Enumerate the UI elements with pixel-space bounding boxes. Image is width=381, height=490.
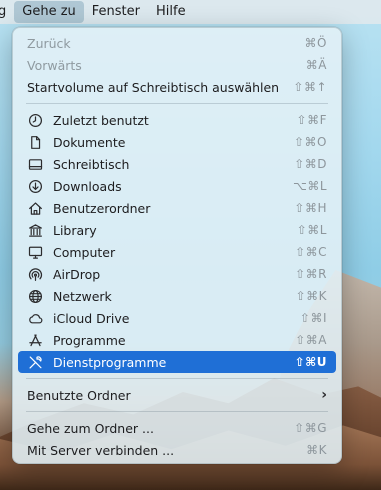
menu-item-shortcut: ⇧⌘D: [294, 157, 327, 171]
applications-icon: [27, 332, 43, 348]
menu-separator: [26, 411, 328, 412]
menu-item-shortcut: ⌘Ö: [304, 36, 327, 50]
menu-item-shortcut: ⇧⌘C: [295, 245, 327, 259]
menu-item-label: Dienstprogramme: [53, 354, 167, 370]
library-icon: [27, 222, 43, 238]
menu-item-shortcut: ⇧⌘A: [295, 333, 327, 347]
globe-icon: [27, 288, 43, 304]
menubar-item-fenster[interactable]: Fenster: [84, 1, 148, 23]
menu-item-label: Zurück: [27, 35, 71, 51]
menu-item-label: Benutzerordner: [53, 200, 151, 216]
menu-item-utilities[interactable]: Dienstprogramme ⇧⌘U: [18, 351, 336, 373]
menu-item-shortcut: ⇧⌘F: [296, 113, 327, 127]
menu-item-startup-volume[interactable]: Startvolume auf Schreibtisch auswählen ⇧…: [18, 76, 336, 98]
menu-separator: [26, 378, 328, 379]
menu-item-shortcut: ⇧⌘G: [294, 421, 327, 435]
menu-item-shortcut: ⇧⌘U: [294, 355, 327, 369]
menu-item-label: Gehe zum Ordner ...: [27, 420, 154, 436]
download-icon: [27, 178, 43, 194]
menu-item-label: Zuletzt benutzt: [53, 112, 149, 128]
menu-item-label: Library: [53, 222, 97, 238]
menu-item-shortcut: ⌘Ä: [305, 58, 327, 72]
cloud-icon: [27, 310, 43, 326]
menu-item-shortcut: ⇧⌘↑: [293, 80, 327, 94]
menubar-item-hilfe[interactable]: Hilfe: [148, 1, 194, 23]
menu-item-go-to-folder[interactable]: Gehe zum Ordner ... ⇧⌘G: [18, 417, 336, 439]
clock-icon: [27, 112, 43, 128]
menu-bar: g Gehe zu Fenster Hilfe: [0, 0, 381, 24]
menu-item-forward[interactable]: Vorwärts ⌘Ä: [18, 54, 336, 76]
menu-item-recents[interactable]: Zuletzt benutzt ⇧⌘F: [18, 109, 336, 131]
menu-item-shortcut: ⇧⌘R: [295, 267, 327, 281]
home-icon: [27, 200, 43, 216]
menu-item-label: Netzwerk: [53, 288, 112, 304]
menu-item-shortcut: ⇧⌘I: [299, 311, 327, 325]
menu-item-connect-to-server[interactable]: Mit Server verbinden ... ⌘K: [18, 439, 336, 461]
menu-item-label: Benutzte Ordner: [27, 387, 131, 403]
menu-item-computer[interactable]: Computer ⇧⌘C: [18, 241, 336, 263]
menu-item-downloads[interactable]: Downloads ⌥⌘L: [18, 175, 336, 197]
menu-item-shortcut: ⌘K: [306, 443, 327, 457]
desktop-icon: [27, 156, 43, 172]
menu-item-label: Startvolume auf Schreibtisch auswählen: [27, 79, 280, 95]
menu-item-label: AirDrop: [53, 266, 101, 282]
airdrop-icon: [27, 266, 43, 282]
menu-item-label: iCloud Drive: [53, 310, 130, 326]
menu-item-shortcut: ⌥⌘L: [292, 179, 327, 193]
menu-item-label: Vorwärts: [27, 57, 82, 73]
utilities-icon: [27, 354, 43, 370]
menu-item-shortcut: ⇧⌘O: [294, 135, 327, 149]
menu-item-network[interactable]: Netzwerk ⇧⌘K: [18, 285, 336, 307]
menu-item-shortcut: ⇧⌘K: [295, 289, 327, 303]
menu-item-applications[interactable]: Programme ⇧⌘A: [18, 329, 336, 351]
menu-item-shortcut: ⇧⌘H: [294, 201, 327, 215]
menu-item-shortcut: ⇧⌘L: [296, 223, 327, 237]
menu-item-label: Schreibtisch: [53, 156, 130, 172]
menu-item-recent-folders[interactable]: Benutzte Ordner ›: [18, 384, 336, 406]
menu-item-airdrop[interactable]: AirDrop ⇧⌘R: [18, 263, 336, 285]
menu-item-label: Computer: [53, 244, 116, 260]
menu-item-icloud-drive[interactable]: iCloud Drive ⇧⌘I: [18, 307, 336, 329]
computer-icon: [27, 244, 43, 260]
menu-item-documents[interactable]: Dokumente ⇧⌘O: [18, 131, 336, 153]
menu-item-library[interactable]: Library ⇧⌘L: [18, 219, 336, 241]
menu-separator: [26, 103, 328, 104]
menu-item-label: Programme: [53, 332, 126, 348]
menu-item-back[interactable]: Zurück ⌘Ö: [18, 32, 336, 54]
menubar-item-truncated[interactable]: g: [0, 1, 14, 23]
menu-item-label: Dokumente: [53, 134, 126, 150]
menu-item-label: Downloads: [53, 178, 122, 194]
menu-item-label: Mit Server verbinden ...: [27, 442, 175, 458]
menubar-item-gehe-zu[interactable]: Gehe zu: [14, 1, 84, 23]
chevron-right-icon: ›: [321, 387, 327, 403]
document-icon: [27, 134, 43, 150]
go-menu-dropdown: Zurück ⌘Ö Vorwärts ⌘Ä Startvolume auf Sc…: [12, 27, 342, 464]
menu-item-desktop[interactable]: Schreibtisch ⇧⌘D: [18, 153, 336, 175]
menu-item-home[interactable]: Benutzerordner ⇧⌘H: [18, 197, 336, 219]
